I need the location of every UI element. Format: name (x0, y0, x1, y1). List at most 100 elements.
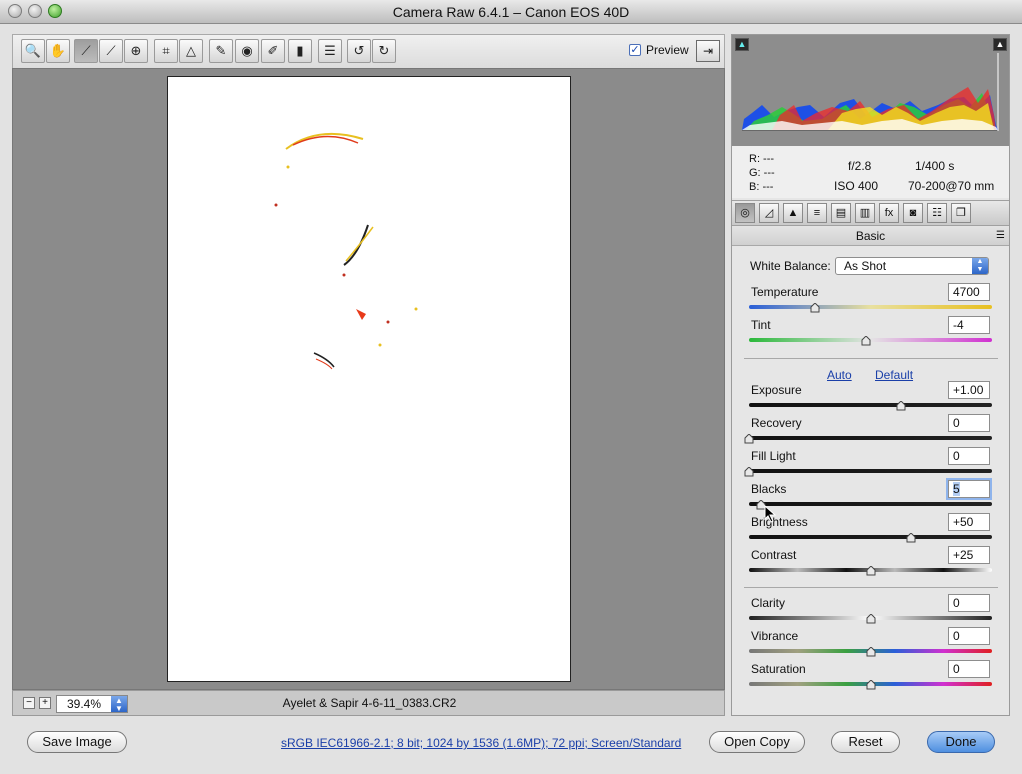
tab-camera-calibration[interactable]: ◙ (903, 203, 923, 223)
auto-link[interactable]: Auto (827, 368, 852, 382)
camera-calibration-icon: ◙ (909, 207, 917, 219)
brightness-value-field[interactable]: +50 (948, 513, 990, 531)
tab-effects[interactable]: fx (879, 203, 899, 223)
contrast-value: +25 (953, 548, 974, 562)
temperature-slider-thumb[interactable] (810, 303, 820, 313)
preview-checkbox[interactable]: ✓ (629, 44, 641, 56)
white-balance-icon: ⟋ (81, 43, 91, 58)
color-sampler-icon: ⟋ (106, 43, 116, 58)
camera-raw-window: 🔍 ✋ ⟋ ⟋ ⊕ ⌗ △ ✎ ◉ ✐ ▮ ☰ ↺ ↻ ✓ Preview ⇥ (0, 24, 1022, 774)
hand-tool[interactable]: ✋ (46, 39, 70, 63)
brightness-slider[interactable] (749, 533, 992, 543)
done-button[interactable]: Done (927, 731, 995, 753)
vibrance-slider[interactable] (749, 647, 992, 657)
tab-basic[interactable]: ◎ (735, 203, 755, 223)
fill-light-value-field[interactable]: 0 (948, 447, 990, 465)
preferences-tool[interactable]: ☰ (318, 39, 342, 63)
spot-removal-tool[interactable]: ✎ (209, 39, 233, 63)
blacks-value-field[interactable]: 5 (946, 478, 992, 500)
open-copy-button[interactable]: Open Copy (709, 731, 805, 753)
fill-light-slider[interactable] (744, 467, 992, 477)
tab-presets[interactable]: ☷ (927, 203, 947, 223)
exposure-slider[interactable] (749, 401, 992, 411)
clarity-value-field[interactable]: 0 (948, 594, 990, 612)
exposure-slider-thumb[interactable] (896, 401, 906, 411)
temperature-value-field[interactable]: 4700 (948, 283, 990, 301)
saturation-slider-thumb[interactable] (866, 680, 875, 690)
panel-tabs: ◎ ◿ ▲ ≡ ▤ ▥ fx ◙ ☷ ❐ (732, 200, 1009, 226)
contrast-slider-thumb[interactable] (866, 566, 875, 576)
tab-tone-curve[interactable]: ◿ (759, 203, 779, 223)
image-info: R: --- G: --- B: --- f/2.8 1/400 s ISO 4… (732, 146, 1009, 198)
blacks-slider[interactable] (749, 500, 992, 510)
saturation-value-field[interactable]: 0 (948, 660, 990, 678)
exposure-value: +1.00 (953, 383, 984, 397)
status-bar: − + 39.4% ▲ ▼ Ayelet & Sapir 4-6-11_0383.… (12, 690, 725, 716)
file-name: Ayelet & Sapir 4-6-11_0383.CR2 (282, 696, 457, 710)
tab-lens-corrections[interactable]: ▥ (855, 203, 875, 223)
saturation-slider[interactable] (749, 680, 992, 690)
crop-tool[interactable]: ⌗ (154, 39, 178, 63)
vibrance-value-field[interactable]: 0 (948, 627, 990, 645)
fill-light-label: Fill Light (751, 449, 796, 463)
red-eye-tool[interactable]: ◉ (235, 39, 259, 63)
exposure-value-field[interactable]: +1.00 (948, 381, 990, 399)
tab-split-toning[interactable]: ▤ (831, 203, 851, 223)
brightness-slider-thumb[interactable] (906, 533, 916, 543)
fullscreen-button[interactable]: ⇥ (696, 40, 720, 62)
contrast-slider[interactable] (749, 566, 992, 576)
tint-value-field[interactable]: -4 (948, 316, 990, 334)
shutter-value: 1/400 s (915, 159, 955, 173)
fill-light-slider-thumb[interactable] (744, 467, 754, 477)
workflow-options-link[interactable]: sRGB IEC61966-2.1; 8 bit; 1024 by 1536 (… (281, 736, 681, 750)
separator (744, 358, 998, 359)
clarity-slider[interactable] (749, 614, 992, 624)
iso-value: ISO 400 (834, 179, 879, 193)
fill-light-value: 0 (953, 449, 960, 463)
green-readout: G: --- (749, 167, 775, 179)
straighten-tool[interactable]: △ (179, 39, 203, 63)
clarity-slider-thumb[interactable] (866, 614, 875, 624)
preview-toggle[interactable]: ✓ Preview (629, 43, 689, 57)
recovery-slider-thumb[interactable] (744, 434, 754, 444)
updown-arrow-icon: ▲ ▼ (972, 258, 988, 274)
saturation-value: 0 (953, 662, 960, 676)
zoom-tool[interactable]: 🔍 (21, 39, 45, 63)
tab-detail[interactable]: ▲ (783, 203, 803, 223)
recovery-value-field[interactable]: 0 (948, 414, 990, 432)
tint-slider-thumb[interactable] (861, 336, 871, 346)
vibrance-label: Vibrance (751, 629, 799, 643)
toolbar: 🔍 ✋ ⟋ ⟋ ⊕ ⌗ △ ✎ ◉ ✐ ▮ ☰ ↺ ↻ ✓ Preview ⇥ (12, 34, 725, 68)
default-link[interactable]: Default (875, 368, 913, 382)
color-sampler-tool[interactable]: ⟋ (99, 39, 123, 63)
rotate-right-tool[interactable]: ↻ (372, 39, 396, 63)
targeted-adjustment-tool[interactable]: ⊕ (124, 39, 148, 63)
rotate-left-tool[interactable]: ↺ (347, 39, 371, 63)
tint-slider[interactable] (749, 336, 992, 346)
tab-hsl[interactable]: ≡ (807, 203, 827, 223)
recovery-slider[interactable] (744, 434, 992, 444)
minimize-button[interactable] (28, 4, 42, 18)
vibrance-slider-thumb[interactable] (866, 647, 875, 657)
blue-readout: B: --- (749, 181, 774, 193)
tab-snapshots[interactable]: ❐ (951, 203, 971, 223)
save-image-button[interactable]: Save Image (27, 731, 127, 753)
white-balance-select[interactable]: As Shot ▲ ▼ (835, 257, 989, 275)
temperature-slider[interactable] (749, 303, 992, 313)
effects-icon: fx (884, 207, 894, 219)
blacks-label: Blacks (751, 482, 787, 496)
contrast-value-field[interactable]: +25 (948, 546, 990, 564)
image-preview-area[interactable] (12, 68, 725, 690)
title-bar: Camera Raw 6.4.1 – Canon EOS 40D (0, 0, 1022, 24)
adjustment-brush-tool[interactable]: ✐ (261, 39, 285, 63)
spot-removal-icon: ✎ (215, 43, 227, 58)
zoom-button[interactable] (48, 4, 62, 18)
reset-button[interactable]: Reset (831, 731, 900, 753)
graduated-filter-tool[interactable]: ▮ (288, 39, 312, 63)
photo-preview[interactable] (167, 76, 571, 682)
histogram: ▲ ▲ (732, 35, 1009, 146)
temperature-value: 4700 (953, 285, 980, 299)
panel-menu-icon[interactable]: ☰ (996, 226, 1005, 246)
close-button[interactable] (8, 4, 22, 18)
white-balance-tool[interactable]: ⟋ (74, 39, 98, 63)
